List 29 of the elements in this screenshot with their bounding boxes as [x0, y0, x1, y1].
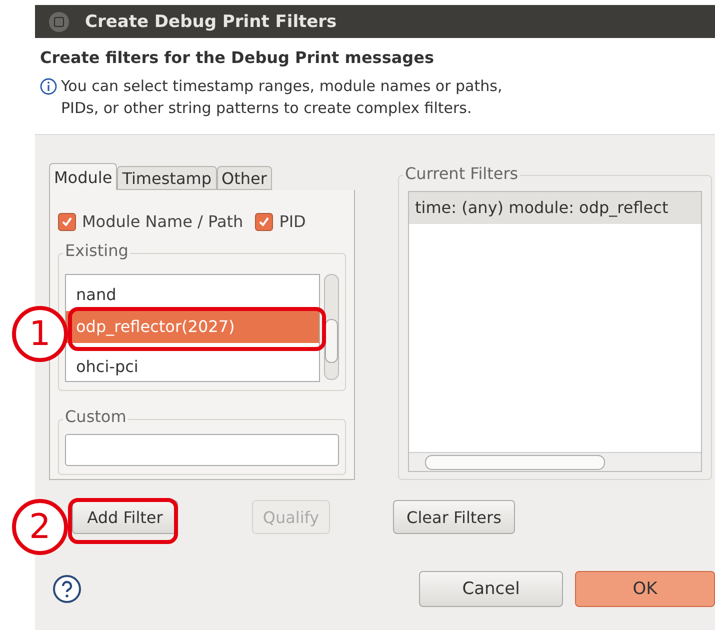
tab[interactable]: Other — [216, 166, 272, 190]
callout-number: 2 — [12, 499, 68, 555]
dialog-button[interactable]: Cancel — [419, 571, 563, 607]
checkbox[interactable] — [255, 212, 274, 230]
group-title: Existing — [63, 241, 130, 260]
callout-number: 1 — [12, 306, 68, 362]
header-title: Create filters for the Debug Print messages — [40, 48, 435, 67]
checkbox-label: PID — [279, 212, 306, 231]
info-text: PIDs, or other string patterns to create complex filters. — [61, 98, 473, 119]
info-icon — [40, 78, 57, 95]
list-item[interactable]: ohci-pci — [66, 351, 319, 381]
list-item[interactable]: nand — [66, 279, 319, 311]
filter-row[interactable]: time: (any) module: odp_reflect — [409, 192, 701, 224]
window-title: Create Debug Print Filters — [85, 12, 337, 32]
scrollbar[interactable] — [324, 274, 339, 380]
scrollbar[interactable] — [409, 452, 701, 471]
close-button[interactable] — [49, 12, 69, 32]
help-icon[interactable] — [52, 574, 82, 604]
action-button[interactable]: Clear Filters — [393, 500, 515, 534]
check-icon — [258, 216, 270, 228]
info-text: You can select timestamp ranges, module names or paths, — [61, 76, 502, 97]
tab[interactable]: Timestamp — [117, 166, 216, 190]
check-icon — [61, 216, 73, 228]
checkbox[interactable] — [58, 212, 76, 230]
custom-field[interactable] — [65, 434, 339, 466]
dialog-button[interactable]: OK — [575, 571, 715, 607]
checkbox-label: Module Name / Path — [82, 212, 244, 231]
action-button[interactable]: Add Filter — [72, 500, 178, 534]
tab[interactable]: Module — [49, 163, 118, 190]
